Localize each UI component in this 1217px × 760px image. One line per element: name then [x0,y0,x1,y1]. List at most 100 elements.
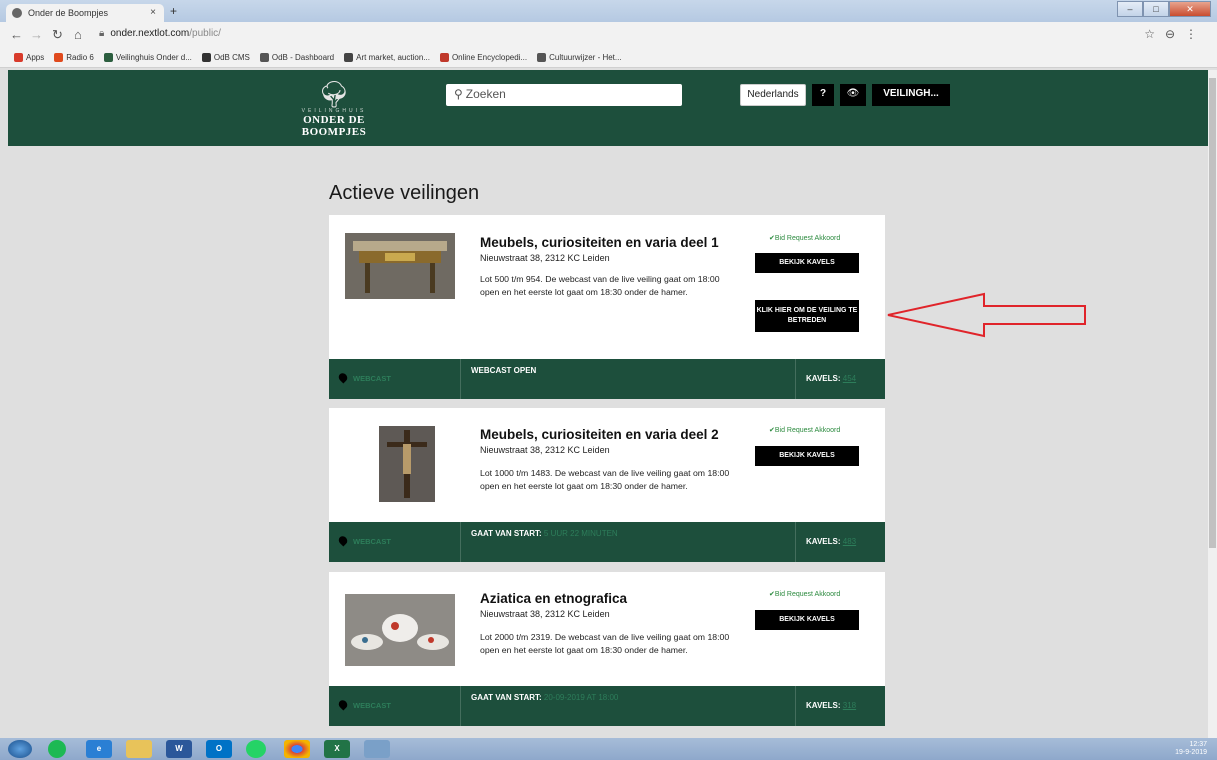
paint-icon[interactable] [364,740,390,758]
bookmark-item[interactable]: Online Encyclopedi... [439,53,528,62]
system-clock[interactable]: 12:37 19-9-2019 [1175,741,1207,757]
auction-title[interactable]: Meubels, curiositeiten en varia deel 1 [480,235,719,250]
bookmark-label: Radio 6 [66,53,94,62]
bookmark-item[interactable]: OdB - Dashboard [259,53,334,62]
bookmark-label: Online Encyclopedi... [451,53,528,62]
bookmark-icon [54,53,64,62]
lots-count-link[interactable]: 454 [843,374,856,383]
scrollbar-thumb[interactable] [1209,78,1216,548]
bookmark-icon [344,53,354,62]
auction-status: WEBCAST OPEN [471,366,537,375]
chrome-icon[interactable] [284,740,310,758]
auction-footer: WEBCAST GAAT VAN START: 5 UUR 22 MINUTEN… [329,522,885,562]
maximize-button[interactable]: □ [1143,1,1169,17]
bid-request-badge: ✔Bid Request Akkoord [769,591,841,598]
location-pin-icon [336,534,350,547]
tab-title: Onder de Boompjes [28,8,109,18]
bookmark-label: Veilinghuis Onder d... [115,53,192,62]
spotify-icon[interactable] [48,740,66,758]
lots-count-link[interactable]: 483 [843,537,856,546]
minimize-button[interactable]: – [1117,1,1143,17]
annotation-arrow-icon [887,292,1086,338]
clock-date: 19-9-2019 [1175,749,1207,756]
browser-tab[interactable]: Onder de Boompjes × [6,4,164,22]
window-close-button[interactable]: ✕ [1169,1,1211,17]
bookmark-star-icon[interactable]: ☆⊖⋮ [1144,27,1207,41]
bookmark-icon [201,53,211,62]
new-tab-button[interactable]: + [170,4,177,18]
lock-icon: 🔒︎ [99,28,105,39]
forward-icon[interactable]: → [30,27,43,42]
address-bar: ← → ↻ ⌂ 🔒︎ onder.nextlot.com/public/ ☆⊖⋮ [0,22,1217,48]
url-field[interactable]: 🔒︎ onder.nextlot.com/public/ [99,28,221,39]
bookmark-label: Cultuurwijzer - Het... [549,53,622,62]
site-logo[interactable]: 🌳︎ VEILINGHUIS ONDER DE BOOMPJES [270,79,398,142]
start-button-icon[interactable] [8,740,32,758]
webcast-label: WEBCAST [329,359,461,399]
porcelain-image[interactable] [345,594,455,666]
search-icon: ⚲ [454,87,463,101]
search-placeholder: Zoeken [465,87,506,101]
search-input[interactable]: ⚲ Zoeken [446,84,682,106]
bookmark-icon [439,53,449,62]
auction-description: Lot 500 t/m 954. De webcast van de live … [480,274,720,297]
clock-time: 12:37 [1189,741,1207,748]
back-icon[interactable]: ← [10,27,23,42]
webcast-label: WEBCAST [329,686,461,726]
auction-card: Meubels, curiositeiten en varia deel 2 N… [329,408,885,562]
bookmark-icon [537,53,547,62]
home-icon[interactable]: ⌂ [74,27,82,42]
page-scrollbar[interactable] [1208,70,1217,738]
lots-count: KAVELS: 483 [795,522,885,562]
auction-address: Nieuwstraat 38, 2312 KC Leiden [480,609,610,619]
auction-description: Lot 1000 t/m 1483. De webcast van de liv… [480,468,730,491]
auction-footer: WEBCAST WEBCAST OPEN KAVELS: 454 [329,359,885,399]
lots-count-link[interactable]: 318 [843,701,856,710]
bookmark-item[interactable]: Veilinghuis Onder d... [103,53,192,62]
auction-footer: WEBCAST GAAT VAN START: 20-09-2019 AT 18… [329,686,885,726]
url-path: /public/ [189,28,221,39]
enter-auction-button[interactable]: KLIK HIER OM DE VEILING TE BETREDEN [755,300,859,332]
outlook-icon[interactable]: O [206,740,232,758]
view-lots-button[interactable]: BEKIJK KAVELS [755,610,859,630]
logo-title: ONDER DE BOOMPJES [301,114,367,138]
folder-icon[interactable] [126,740,152,758]
browser-tab-bar: Onder de Boompjes × + – □ ✕ [0,0,1217,22]
table-image[interactable] [345,233,455,299]
tree-icon: 🌳︎ [317,79,351,109]
site-header: 🌳︎ VEILINGHUIS ONDER DE BOOMPJES ⚲ Zoeken… [8,70,1208,146]
crucifix-image[interactable] [379,426,435,502]
bookmarks-bar: Apps Radio 6 Veilinghuis Onder d... OdB CMS… [0,48,1217,68]
view-lots-button[interactable]: BEKIJK KAVELS [755,446,859,466]
internet-explorer-icon[interactable]: e [86,740,112,758]
word-icon[interactable]: W [166,740,192,758]
auction-menu-button[interactable]: VEILINGH... [872,84,950,106]
auction-status: GAAT VAN START: 5 UUR 22 MINUTEN [471,529,618,538]
taskbar: e W O X 12:37 19-9-2019 [0,738,1217,760]
auction-card: Meubels, curiositeiten en varia deel 1 N… [329,215,885,399]
eye-icon[interactable]: 👁︎ [840,84,866,106]
bookmark-item[interactable]: Radio 6 [54,53,94,62]
language-select[interactable]: Nederlands [740,84,806,106]
bid-request-badge: ✔Bid Request Akkoord [769,427,841,434]
bookmark-item[interactable]: Apps [14,53,44,62]
whatsapp-icon[interactable] [246,740,266,758]
help-button[interactable]: ? [812,84,834,106]
auction-title[interactable]: Meubels, curiositeiten en varia deel 2 [480,427,719,442]
reload-icon[interactable]: ↻ [52,27,63,43]
auction-address: Nieuwstraat 38, 2312 KC Leiden [480,253,610,263]
globe-icon [12,8,22,18]
url-domain: onder.nextlot.com [110,28,190,39]
page-title: Actieve veilingen [329,182,480,204]
bookmark-item[interactable]: OdB CMS [201,53,250,62]
auction-card: Aziatica en etnografica Nieuwstraat 38, … [329,572,885,726]
view-lots-button[interactable]: BEKIJK KAVELS [755,253,859,273]
auction-title[interactable]: Aziatica en etnografica [480,591,627,606]
bid-request-badge: ✔Bid Request Akkoord [769,235,841,242]
bookmark-item[interactable]: Art market, auction... [344,53,430,62]
bookmark-item[interactable]: Cultuurwijzer - Het... [537,53,622,62]
tab-close-button[interactable]: × [150,7,156,18]
excel-icon[interactable]: X [324,740,350,758]
bookmark-label: Apps [26,53,45,62]
auction-address: Nieuwstraat 38, 2312 KC Leiden [480,445,610,455]
